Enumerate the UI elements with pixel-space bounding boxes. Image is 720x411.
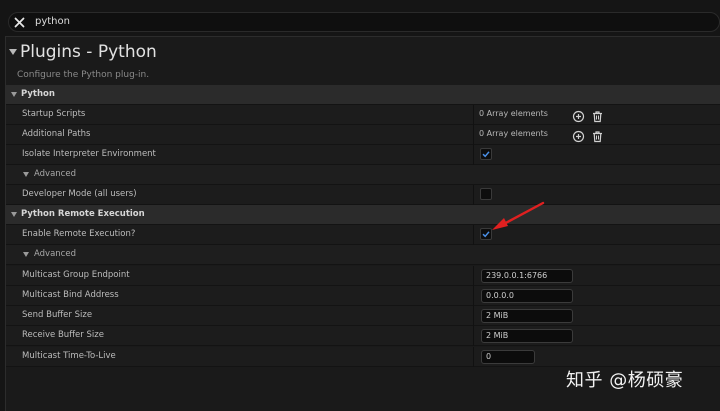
category-label: Python: [21, 89, 55, 99]
collapse-arrow-icon[interactable]: [9, 49, 17, 55]
column-splitter[interactable]: [473, 145, 474, 165]
advanced-section-remote[interactable]: Advanced: [6, 245, 720, 265]
array-count: 0 Array elements: [479, 129, 548, 138]
column-splitter[interactable]: [473, 266, 474, 286]
column-splitter[interactable]: [473, 326, 474, 346]
column-splitter[interactable]: [473, 286, 474, 306]
property-label: Isolate Interpreter Environment: [22, 149, 156, 159]
property-row-enable-remote: Enable Remote Execution?: [6, 225, 720, 245]
category-remote-execution[interactable]: Python Remote Execution: [6, 205, 720, 225]
property-label: Send Buffer Size: [22, 310, 93, 320]
trash-icon[interactable]: [591, 108, 604, 123]
close-icon[interactable]: [12, 15, 27, 30]
property-row-multicast-bind: Multicast Bind Address 0.0.0.0: [6, 286, 720, 306]
property-label: Startup Scripts: [22, 109, 86, 119]
expand-arrow-icon: [23, 252, 29, 257]
search-input[interactable]: python: [8, 12, 720, 32]
isolate-env-checkbox[interactable]: [480, 148, 492, 160]
property-row-send-buffer: Send Buffer Size 2 MiB: [6, 306, 720, 326]
page-description: Configure the Python plug-in.: [17, 70, 150, 80]
category-label: Python Remote Execution: [21, 209, 145, 219]
column-splitter[interactable]: [473, 347, 474, 367]
property-label: Receive Buffer Size: [22, 330, 104, 340]
property-row-receive-buffer: Receive Buffer Size 2 MiB: [6, 326, 720, 346]
expand-arrow-icon: [11, 212, 17, 217]
developer-mode-checkbox[interactable]: [480, 188, 492, 200]
section-label: Advanced: [34, 169, 76, 179]
add-element-icon[interactable]: [572, 128, 585, 143]
expand-arrow-icon: [11, 92, 17, 97]
property-row-multicast-endpoint: Multicast Group Endpoint 239.0.0.1:6766: [6, 266, 720, 286]
property-row-startup-scripts: Startup Scripts 0 Array elements: [6, 105, 720, 125]
property-label: Multicast Bind Address: [22, 290, 119, 300]
category-python[interactable]: Python: [6, 85, 720, 105]
multicast-endpoint-input[interactable]: 239.0.0.1:6766: [481, 269, 573, 283]
page-title: Plugins - Python: [20, 42, 157, 62]
enable-remote-checkbox[interactable]: [480, 228, 492, 240]
trash-icon[interactable]: [591, 128, 604, 143]
property-row-additional-paths: Additional Paths 0 Array elements: [6, 125, 720, 145]
column-splitter[interactable]: [473, 125, 474, 145]
column-splitter[interactable]: [473, 185, 474, 205]
multicast-bind-input[interactable]: 0.0.0.0: [481, 289, 573, 303]
property-label: Developer Mode (all users): [22, 189, 137, 199]
ttl-input[interactable]: 0: [481, 350, 535, 364]
property-label: Enable Remote Execution?: [22, 229, 136, 239]
details-panel: Plugins - Python Configure the Python pl…: [5, 36, 720, 411]
column-splitter[interactable]: [473, 225, 474, 245]
array-count: 0 Array elements: [479, 109, 548, 118]
send-buffer-input[interactable]: 2 MiB: [481, 309, 573, 323]
column-splitter[interactable]: [473, 306, 474, 326]
watermark: 知乎 @杨硕豪: [566, 370, 684, 391]
expand-arrow-icon: [23, 172, 29, 177]
search-bar: python: [0, 0, 720, 36]
property-row-ttl: Multicast Time-To-Live 0: [6, 347, 720, 367]
section-label: Advanced: [34, 249, 76, 259]
property-label: Multicast Time-To-Live: [22, 351, 116, 361]
property-row-developer-mode: Developer Mode (all users): [6, 185, 720, 205]
search-query: python: [35, 16, 70, 27]
property-row-isolate-env: Isolate Interpreter Environment: [6, 145, 720, 165]
receive-buffer-input[interactable]: 2 MiB: [481, 329, 573, 343]
advanced-section-python[interactable]: Advanced: [6, 165, 720, 185]
column-splitter[interactable]: [473, 105, 474, 125]
property-label: Multicast Group Endpoint: [22, 270, 130, 280]
add-element-icon[interactable]: [572, 108, 585, 123]
property-label: Additional Paths: [22, 129, 91, 139]
